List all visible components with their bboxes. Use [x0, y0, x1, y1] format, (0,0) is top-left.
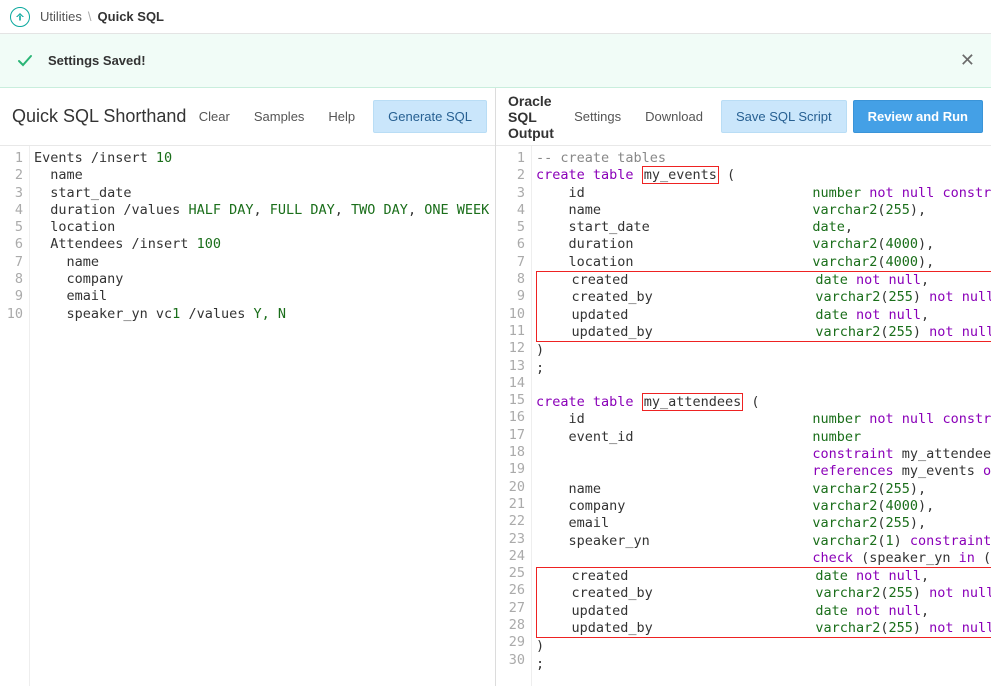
right-toolbar: OracleSQLOutput Settings Download Save S… [496, 88, 991, 146]
help-button[interactable]: Help [316, 103, 367, 130]
clear-button[interactable]: Clear [187, 103, 242, 130]
review-run-button[interactable]: Review and Run [853, 100, 983, 133]
left-toolbar: Quick SQL Shorthand Clear Samples Help G… [0, 88, 495, 146]
breadcrumb-current: Quick SQL [98, 9, 164, 24]
breadcrumb-separator: \ [88, 9, 92, 24]
sql-code[interactable]: -- create tables create table my_events … [532, 146, 991, 686]
breadcrumb: Utilities \ Quick SQL [0, 0, 991, 34]
up-arrow-icon[interactable] [10, 7, 30, 27]
left-title: Quick SQL Shorthand [8, 106, 186, 127]
check-icon [16, 52, 34, 70]
samples-button[interactable]: Samples [242, 103, 317, 130]
settings-button[interactable]: Settings [562, 103, 633, 130]
success-banner: Settings Saved! ✕ [0, 34, 991, 88]
breadcrumb-parent[interactable]: Utilities [40, 9, 82, 24]
right-gutter: 1234567891011121314151617181920212223242… [496, 146, 532, 686]
left-gutter: 12345678910 [0, 146, 30, 686]
banner-message: Settings Saved! [48, 53, 146, 68]
shorthand-pane: Quick SQL Shorthand Clear Samples Help G… [0, 88, 496, 686]
shorthand-editor[interactable]: 12345678910 Events /insert 10 name start… [0, 146, 495, 686]
download-button[interactable]: Download [633, 103, 715, 130]
close-icon[interactable]: ✕ [960, 50, 975, 71]
output-pane: OracleSQLOutput Settings Download Save S… [496, 88, 991, 686]
sql-editor[interactable]: 1234567891011121314151617181920212223242… [496, 146, 991, 686]
save-sql-button[interactable]: Save SQL Script [721, 100, 847, 133]
shorthand-code[interactable]: Events /insert 10 name start_date durati… [30, 146, 495, 686]
right-title: OracleSQLOutput [504, 93, 554, 141]
generate-sql-button[interactable]: Generate SQL [373, 100, 487, 133]
